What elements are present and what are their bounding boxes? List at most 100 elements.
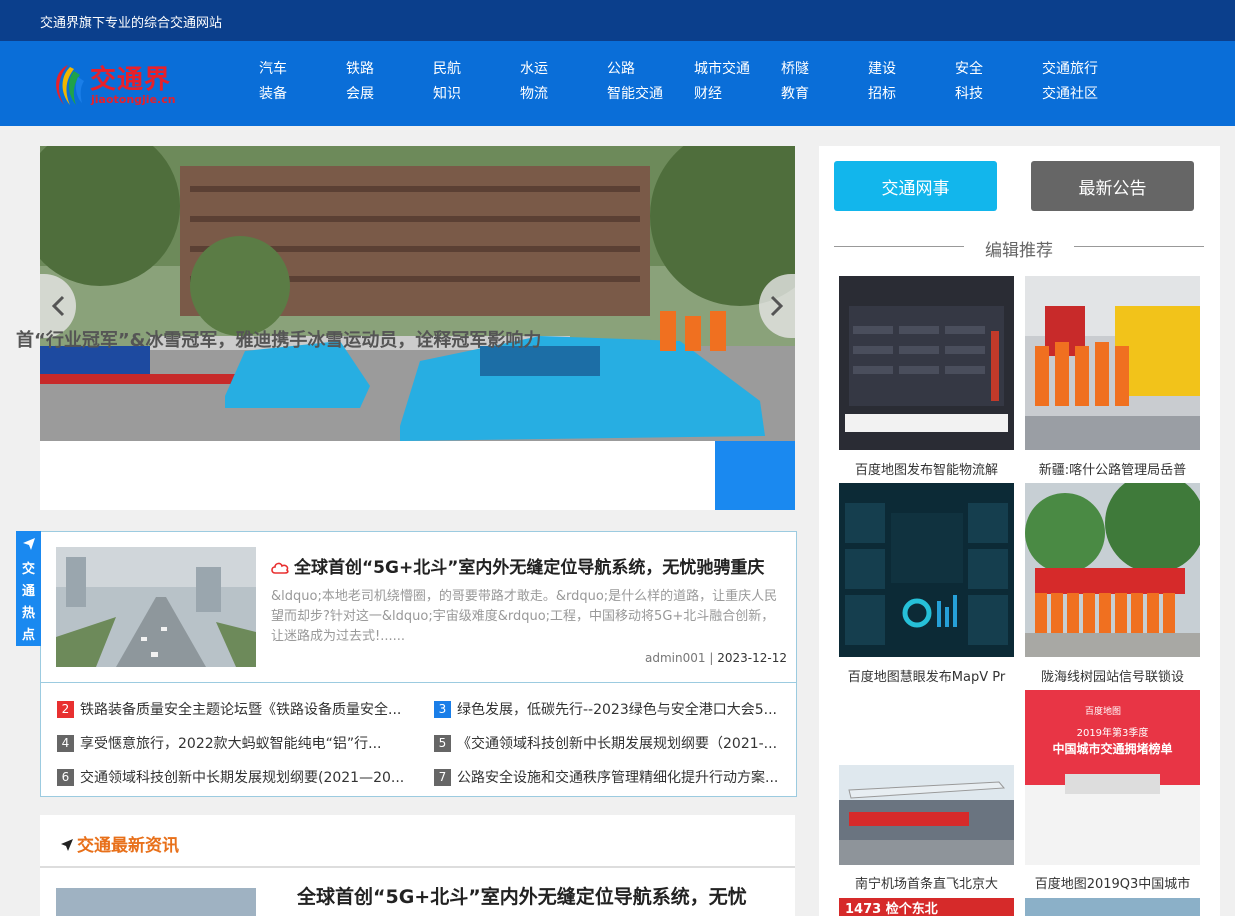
author: admin001 — [645, 651, 706, 665]
rec-image-partial[interactable] — [1025, 898, 1200, 916]
nav-link-lvxing[interactable]: 交通旅行 — [1042, 59, 1122, 84]
nav-column: 桥隧 教育 — [781, 59, 861, 109]
slide-caption[interactable]: 首“行业冠军”&冰雪冠军，雅迪携手冰雪运动员，诠释冠军影响力 — [16, 326, 541, 352]
rank-title: 享受惬意旅行，2022款大蚂蚁智能纯电“铝”行... — [80, 736, 382, 752]
hot-rank-item[interactable]: 6 交通领域科技创新中长期发展规划纲要(2021—20... — [57, 768, 404, 788]
nav-link-qiaosui[interactable]: 桥隧 — [781, 59, 861, 84]
poster-title: 中国城市交通拥堵榜单 — [1052, 742, 1173, 756]
hot-featured-summary: &ldquo;本地老司机绕懵圈，的哥要带路才敢走。&rdquo;是什么样的道路，… — [271, 589, 778, 644]
nav-link-qiche[interactable]: 汽车 — [259, 59, 339, 84]
poster-cars — [1065, 774, 1160, 794]
nav-link-huizhan[interactable]: 会展 — [346, 84, 426, 109]
nav-link-wuliu[interactable]: 物流 — [520, 84, 600, 109]
traffic-news-button[interactable]: 交通网事 — [834, 161, 997, 211]
nav-link-gonglu[interactable]: 公路 — [607, 59, 687, 84]
rec-image-logistics[interactable] — [839, 276, 1014, 450]
latest-first-title[interactable]: 全球首创“5G+北斗”室内外无缝定位导航系统，无忧 — [297, 882, 747, 909]
hot-featured-title[interactable]: 全球首创“5G+北斗”室内外无缝定位导航系统，无忧驰骋重庆 — [270, 553, 764, 578]
latest-divider — [40, 866, 795, 868]
chevron-left-icon — [51, 295, 65, 317]
nav-link-jianshe[interactable]: 建设 — [868, 59, 948, 84]
rank-title: 绿色发展，低碳先行--2023绿色与安全港口大会5... — [457, 702, 777, 718]
hot-featured-title-text: 全球首创“5G+北斗”室内外无缝定位导航系统，无忧驰骋重庆 — [294, 558, 765, 578]
nav-column: 公路 智能交通 — [607, 59, 687, 109]
hot-news-tab-label: 交通热点 — [21, 562, 35, 643]
nav-link-chengshi[interactable]: 城市交通 — [694, 59, 774, 84]
navigation-arrow-icon — [61, 839, 73, 851]
hot-rank-item[interactable]: 7 公路安全设施和交通秩序管理精细化提升行动方案... — [434, 768, 778, 788]
logo-domain: jiaotongjie.cn — [91, 93, 176, 106]
nav-column: 汽车 装备 — [259, 59, 339, 109]
rank-number: 6 — [57, 769, 74, 786]
hot-featured-thumbnail[interactable] — [56, 547, 256, 667]
logo-swirl-icon — [56, 65, 84, 105]
rec-image-partial[interactable]: 1473 检个东北 — [839, 898, 1014, 916]
rec-label[interactable]: 南宁机场首条直飞北京大 — [839, 873, 1014, 892]
nav-link-minhang[interactable]: 民航 — [433, 59, 513, 84]
rank-title: 交通领域科技创新中长期发展规划纲要(2021—20... — [80, 770, 405, 786]
nav-column: 城市交通 财经 — [694, 59, 774, 109]
rec-label[interactable]: 新疆:喀什公路管理局岳普 — [1025, 459, 1200, 478]
nav-link-zhishi[interactable]: 知识 — [433, 84, 513, 109]
rec-image-road-crew[interactable] — [1025, 276, 1200, 450]
nav-column: 安全 科技 — [955, 59, 1035, 109]
hot-featured-meta: admin001 | 2023-12-12 — [645, 651, 787, 665]
nav-link-zhineng[interactable]: 智能交通 — [607, 84, 687, 109]
poster-quarter: 2019年第3季度 — [1076, 728, 1149, 739]
latest-first-thumbnail[interactable] — [56, 888, 256, 916]
nav-link-keji[interactable]: 科技 — [955, 84, 1035, 109]
nav-link-jiaoyu[interactable]: 教育 — [781, 84, 861, 109]
latest-notice-button[interactable]: 最新公告 — [1031, 161, 1194, 211]
rec-image-mapv[interactable] — [839, 483, 1014, 657]
latest-news-heading-text: 交通最新资讯 — [77, 836, 179, 856]
nav-column: 民航 知识 — [433, 59, 513, 109]
rec-label[interactable]: 百度地图发布智能物流解 — [839, 459, 1014, 478]
header: 交通界 jiaotongjie.cn 汽车 装备 铁路 会展 民航 知识 水运 … — [0, 41, 1235, 126]
rank-number: 5 — [434, 735, 451, 752]
meta-separator: | — [709, 651, 714, 665]
nav-link-caijing[interactable]: 财经 — [694, 84, 774, 109]
hot-rank-item[interactable]: 4 享受惬意旅行，2022款大蚂蚁智能纯电“铝”行... — [57, 734, 381, 754]
poster-brand: 百度地图 — [1085, 707, 1122, 717]
nav-link-tielu[interactable]: 铁路 — [346, 59, 426, 84]
rec-image-nanning-airport[interactable] — [839, 690, 1014, 865]
hot-rank-item[interactable]: 5 《交通领域科技创新中长期发展规划纲要（2021-... — [434, 734, 777, 754]
rank-title: 铁路装备质量安全主题论坛暨《铁路设备质量安全... — [80, 702, 402, 718]
publish-date: 2023-12-12 — [717, 651, 787, 665]
nav-column: 交通旅行 交通社区 — [1042, 59, 1122, 109]
hot-rank-item[interactable]: 2 铁路装备质量安全主题论坛暨《铁路设备质量安全... — [57, 700, 401, 720]
rank-title: 公路安全设施和交通秩序管理精细化提升行动方案... — [457, 770, 779, 786]
rank-number: 7 — [434, 769, 451, 786]
top-bar: 交通界旗下专业的综合交通网站 — [0, 0, 1235, 41]
editor-picks-heading: 编辑推荐 — [834, 236, 1204, 261]
rec-label[interactable]: 百度地图2019Q3中国城市 — [1025, 873, 1200, 892]
logo-name: 交通界 — [90, 65, 172, 95]
slide-caption-bar — [40, 441, 715, 510]
rank-number: 2 — [57, 701, 74, 718]
site-logo[interactable]: 交通界 jiaotongjie.cn — [48, 59, 193, 111]
nav-link-zhaobiao[interactable]: 招标 — [868, 84, 948, 109]
rec-label[interactable]: 百度地图慧眼发布MapV Pr — [839, 666, 1014, 685]
hot-news-tab: 交通热点 — [16, 531, 41, 646]
nav-link-shuiyun[interactable]: 水运 — [520, 59, 600, 84]
nav-column: 建设 招标 — [868, 59, 948, 109]
editor-picks-title: 编辑推荐 — [985, 241, 1053, 261]
hot-divider — [41, 682, 796, 683]
slide-image-race-cars[interactable] — [40, 146, 795, 441]
paper-plane-icon — [22, 538, 35, 550]
cloud-icon — [271, 562, 289, 574]
nav-column: 铁路 会展 — [346, 59, 426, 109]
rank-number: 4 — [57, 735, 74, 752]
chevron-right-icon — [770, 295, 784, 317]
rec-image-signal-workers[interactable] — [1025, 483, 1200, 657]
hot-rank-item[interactable]: 3 绿色发展，低碳先行--2023绿色与安全港口大会5... — [434, 700, 777, 720]
nav-link-shequ[interactable]: 交通社区 — [1042, 84, 1122, 109]
nav-link-zhuangbei[interactable]: 装备 — [259, 84, 339, 109]
rank-number: 3 — [434, 701, 451, 718]
poster-bottom — [1025, 785, 1200, 865]
nav-link-anquan[interactable]: 安全 — [955, 59, 1035, 84]
rec-image-congestion-report[interactable]: 百度地图 2019年第3季度 中国城市交通拥堵榜单 — [1025, 690, 1200, 865]
latest-news-heading: 交通最新资讯 — [60, 831, 179, 856]
rec-label[interactable]: 陇海线树园站信号联锁设 — [1025, 666, 1200, 685]
rank-title: 《交通领域科技创新中长期发展规划纲要（2021-... — [457, 736, 778, 752]
